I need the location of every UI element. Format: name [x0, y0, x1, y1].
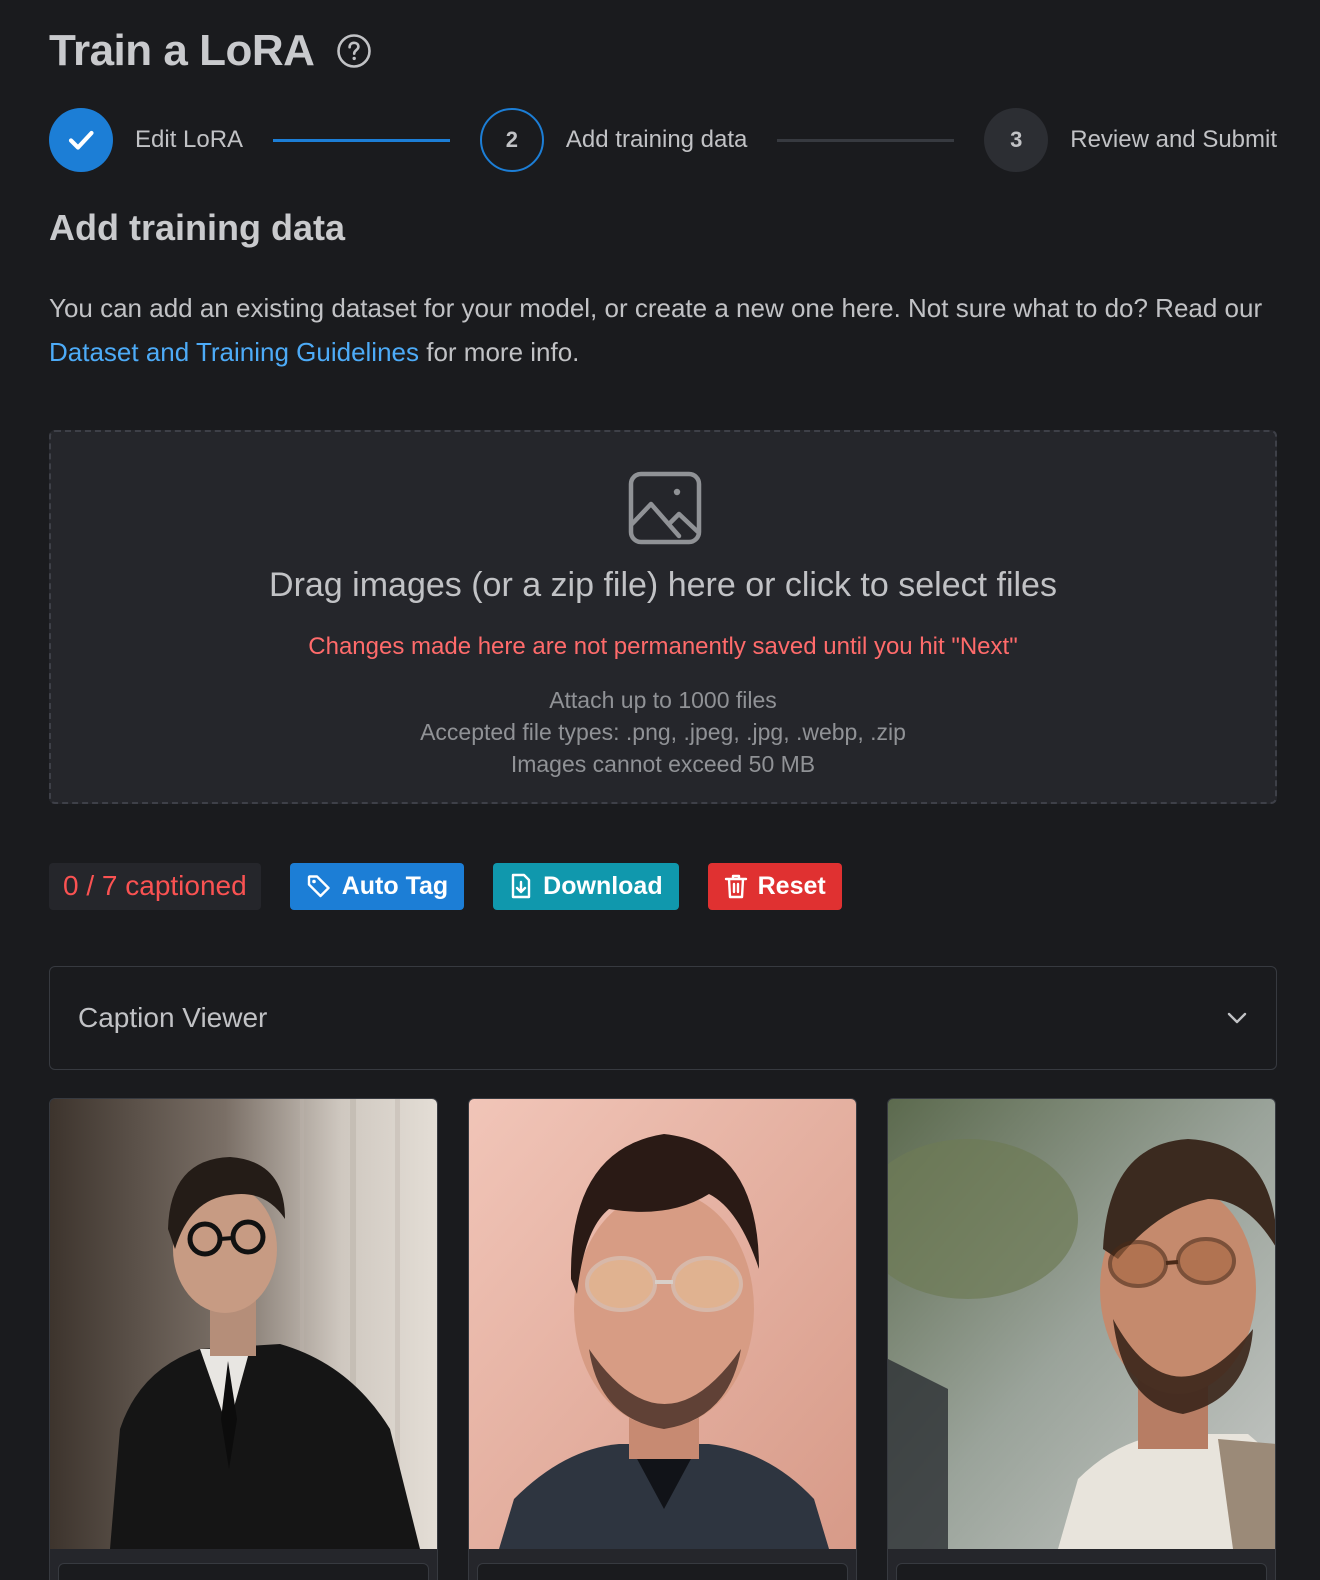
image-icon	[628, 471, 702, 545]
training-image-2	[469, 1099, 856, 1549]
download-button[interactable]: Download	[493, 862, 679, 910]
reset-button[interactable]: Reset	[707, 862, 842, 910]
caption-viewer-label: Caption Viewer	[78, 1002, 268, 1033]
image-card[interactable]	[887, 1098, 1276, 1580]
step-label: Add training data	[565, 126, 748, 153]
image-card[interactable]	[468, 1098, 857, 1580]
trash-icon	[724, 874, 747, 899]
step-number: 2	[479, 108, 544, 172]
auto-tag-label: Auto Tag	[341, 871, 449, 900]
step-connector	[777, 138, 955, 142]
step-review-submit[interactable]: 3 Review and Submit	[984, 108, 1277, 172]
step-edit-lora[interactable]: Edit LoRA	[49, 108, 243, 172]
training-image-1	[50, 1099, 437, 1549]
step-label: Review and Submit	[1070, 126, 1278, 153]
stepper: Edit LoRA 2 Add training data 3 Review a…	[49, 108, 1277, 172]
intro-text: You can add an existing dataset for your…	[49, 286, 1289, 374]
step-connector	[273, 138, 450, 142]
caption-input[interactable]	[896, 1563, 1267, 1580]
file-download-icon	[511, 873, 531, 899]
guidelines-link[interactable]: Dataset and Training Guidelines	[49, 337, 419, 367]
step-complete-check-icon	[49, 108, 113, 172]
dropzone-size: Images cannot exceed 50 MB	[510, 751, 816, 777]
auto-tag-button[interactable]: Auto Tag	[289, 862, 465, 910]
image-card[interactable]	[49, 1098, 438, 1580]
reset-label: Reset	[757, 871, 826, 900]
intro-text-end: for more info.	[419, 337, 580, 367]
tag-icon	[307, 875, 330, 898]
dropzone-warning: Changes made here are not permanently sa…	[308, 633, 1018, 660]
action-bar: 0 / 7 captioned Auto Tag Download Reset	[49, 862, 842, 910]
caption-viewer-toggle[interactable]: Caption Viewer	[49, 966, 1277, 1070]
title-row: Train a LoRA	[49, 26, 372, 76]
page-title: Train a LoRA	[49, 26, 315, 75]
question-circle-icon[interactable]	[336, 33, 372, 69]
download-label: Download	[543, 871, 663, 900]
captioned-count-badge: 0 / 7 captioned	[49, 862, 261, 910]
caption-input[interactable]	[58, 1563, 429, 1580]
training-image-3	[888, 1099, 1275, 1549]
step-label: Edit LoRA	[135, 126, 244, 153]
training-image-grid	[49, 1098, 1277, 1580]
dropzone-limit: Attach up to 1000 files	[549, 687, 777, 713]
step-add-training-data[interactable]: 2 Add training data	[479, 108, 748, 172]
dropzone-title: Drag images (or a zip file) here or clic…	[269, 566, 1057, 604]
step-number: 3	[984, 108, 1049, 172]
dropzone-requirements: Attach up to 1000 files Accepted file ty…	[51, 684, 1275, 780]
file-dropzone[interactable]: Drag images (or a zip file) here or clic…	[49, 430, 1277, 804]
intro-text-start: You can add an existing dataset for your…	[49, 293, 1263, 323]
section-title: Add training data	[49, 207, 345, 248]
chevron-down-icon	[1227, 1012, 1247, 1024]
dropzone-types: Accepted file types: .png, .jpeg, .jpg, …	[420, 719, 906, 745]
caption-input[interactable]	[477, 1563, 848, 1580]
